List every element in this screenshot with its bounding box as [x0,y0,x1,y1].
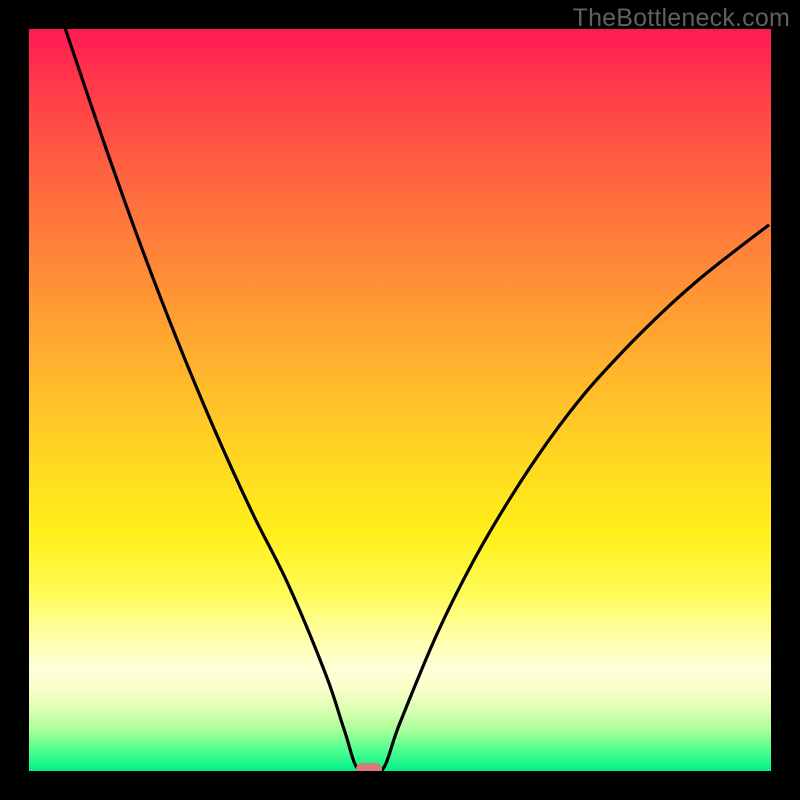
watermark-text: TheBottleneck.com [573,4,790,33]
bottleneck-curve [29,29,771,771]
plot-area [29,29,771,771]
curve-path [65,29,768,771]
optimum-marker [356,763,382,771]
chart-frame: TheBottleneck.com [0,0,800,800]
